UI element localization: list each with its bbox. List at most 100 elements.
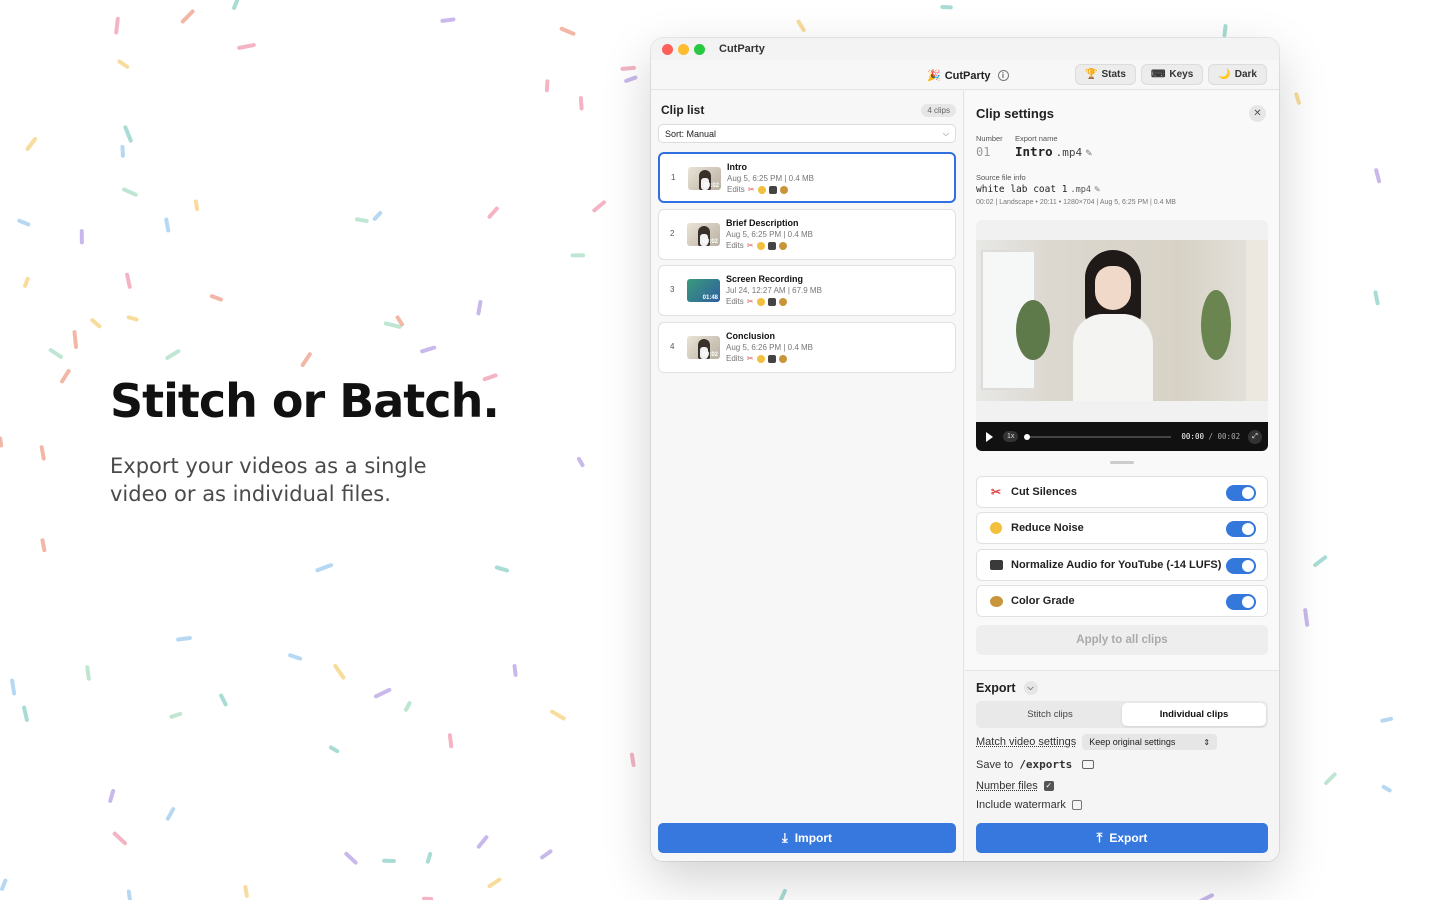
watermark-checkbox[interactable] — [1071, 800, 1082, 810]
export-name-field[interactable]: Intro .mp4 ✎ — [1015, 144, 1093, 159]
clip-item[interactable]: 1 00:02 Intro Aug 5, 6:25 PM | 0.4 MB Ed… — [658, 152, 956, 203]
match-settings-label: Match video settings — [976, 736, 1077, 748]
dark-mode-button[interactable]: 🌙 Dark — [1208, 64, 1267, 85]
clip-duration: 00:02 — [702, 239, 718, 245]
confetti-sprinkle — [164, 217, 171, 233]
save-path[interactable]: /exports — [1019, 758, 1072, 771]
palette-icon — [778, 241, 787, 250]
palette-icon — [778, 354, 787, 363]
playback-speed[interactable]: 1x — [1003, 431, 1019, 442]
edits-label: Edits — [727, 185, 745, 194]
import-button[interactable]: ⤓ Import — [658, 823, 956, 853]
confetti-sprinkle — [17, 218, 31, 227]
confetti-sprinkle — [476, 300, 483, 316]
clip-number: 3 — [670, 285, 675, 294]
confetti-sprinkle — [39, 445, 46, 461]
clip-item[interactable]: 4 00:02 Conclusion Aug 5, 6:26 PM | 0.4 … — [658, 322, 956, 373]
stitch-clips-tab[interactable]: Stitch clips — [978, 703, 1122, 726]
reduce-noise-toggle[interactable] — [1226, 521, 1256, 537]
pencil-icon[interactable]: ✎ — [1085, 148, 1093, 159]
toggle-label: Cut Silences — [1011, 486, 1078, 498]
confetti-sprinkle — [300, 352, 312, 367]
confetti-sprinkle — [165, 349, 181, 360]
clip-number-value: 01 — [976, 145, 991, 159]
pencil-icon[interactable]: ✎ — [1094, 185, 1101, 194]
minimize-window-button[interactable] — [678, 43, 689, 55]
time-readout: 00:00 / 00:02 — [1181, 432, 1240, 441]
app-name-label: CutParty — [944, 69, 991, 82]
confetti-sprinkle — [85, 665, 91, 681]
confetti-sprinkle — [383, 321, 402, 329]
stats-button[interactable]: 🏆 Stats — [1075, 64, 1136, 85]
close-window-button[interactable] — [662, 43, 673, 55]
app-toolbar: 🎉 CutParty i 🏆 Stats ⌨ Keys 🌙 Dark — [651, 60, 1279, 90]
play-icon[interactable] — [986, 431, 993, 442]
palette-icon — [989, 594, 1003, 608]
folder-icon[interactable] — [1082, 760, 1095, 769]
export-header[interactable]: Export ⌵ — [976, 681, 1038, 695]
match-settings-select[interactable]: Keep original settings ⇕ — [1082, 734, 1218, 750]
confetti-sprinkle — [219, 693, 228, 707]
video-player[interactable]: 1x 00:00 / 00:02 ⤢ — [976, 220, 1268, 451]
cut-silences-toggle[interactable] — [1226, 485, 1256, 501]
clip-name: Conclusion — [726, 331, 775, 341]
scrubber[interactable] — [1024, 433, 1172, 440]
normalize-audio-row[interactable]: Normalize Audio for YouTube (-14 LUFS) — [976, 549, 1268, 581]
export-button[interactable]: ⤒ Export — [976, 823, 1268, 853]
updown-chevron-icon: ⇕ — [1203, 737, 1211, 747]
dark-label: Dark — [1234, 69, 1257, 80]
clip-edits: Edits ✂ — [726, 297, 787, 306]
confetti-sprinkle — [180, 9, 195, 24]
export-title: Export — [976, 681, 1016, 695]
window-title: CutParty — [719, 43, 765, 55]
palette-icon — [779, 185, 788, 194]
confetti-sprinkle — [629, 752, 636, 767]
zoom-window-button[interactable] — [694, 43, 705, 55]
clip-list-panel: Clip list 4 clips Sort: Manual ⌵ 1 00:02… — [651, 91, 964, 861]
scissors-icon: ✂ — [747, 185, 755, 194]
confetti-sprinkle — [90, 318, 102, 329]
clip-thumbnail: 00:02 — [687, 223, 720, 246]
reduce-noise-row[interactable]: Reduce Noise — [976, 512, 1268, 544]
edits-label: Edits — [726, 241, 744, 250]
confetti-sprinkle — [559, 26, 576, 36]
match-settings-row: Match video settings Keep original setti… — [976, 734, 1218, 750]
confetti-sprinkle — [440, 17, 456, 23]
clip-item[interactable]: 3 01:48 Screen Recording Jul 24, 12:27 A… — [658, 265, 956, 316]
resize-handle[interactable] — [1110, 461, 1134, 464]
confetti-sprinkle — [512, 663, 518, 677]
close-icon[interactable]: ✕ — [1249, 105, 1266, 122]
party-popper-icon: 🎉 — [927, 70, 941, 82]
confetti-sprinkle — [796, 19, 806, 33]
confetti-sprinkle — [420, 345, 437, 354]
confetti-sprinkle — [778, 888, 787, 900]
confetti-sprinkle — [403, 701, 412, 712]
color-grade-row[interactable]: Color Grade — [976, 585, 1268, 617]
sort-dropdown[interactable]: Sort: Manual ⌵ — [658, 124, 956, 143]
confetti-sprinkle — [232, 0, 239, 10]
time-separator: / — [1208, 432, 1214, 441]
confetti-sprinkle — [114, 16, 120, 35]
color-grade-toggle[interactable] — [1226, 594, 1256, 610]
clip-item[interactable]: 2 00:02 Brief Description Aug 5, 6:25 PM… — [658, 209, 956, 260]
individual-clips-tab[interactable]: Individual clips — [1122, 703, 1266, 726]
confetti-sprinkle — [395, 315, 405, 327]
normalize-audio-toggle[interactable] — [1226, 558, 1256, 574]
tv-icon — [767, 241, 776, 250]
apply-to-all-button[interactable]: Apply to all clips — [976, 625, 1268, 655]
chevron-down-icon[interactable]: ⌵ — [1023, 681, 1038, 695]
fullscreen-icon[interactable]: ⤢ — [1248, 429, 1263, 444]
cut-silences-row[interactable]: ✂ Cut Silences — [976, 476, 1268, 508]
keys-button[interactable]: ⌨ Keys — [1140, 64, 1204, 85]
source-file-name[interactable]: white lab coat 1 .mp4 ✎ — [976, 184, 1101, 195]
number-files-checkbox[interactable]: ✓ — [1043, 781, 1054, 791]
info-icon[interactable]: i — [997, 70, 1009, 81]
clip-settings-title: Clip settings — [976, 106, 1055, 121]
clip-settings-panel: Clip settings ✕ Number Export name 01 In… — [965, 91, 1279, 861]
confetti-sprinkle — [126, 889, 132, 900]
scissors-icon: ✂ — [746, 354, 754, 363]
tv-icon — [767, 354, 776, 363]
clip-meta: Aug 5, 6:25 PM | 0.4 MB — [727, 174, 815, 183]
app-window: CutParty 🎉 CutParty i 🏆 Stats ⌨ Keys 🌙 Dark… — [651, 38, 1279, 861]
toggle-label: Reduce Noise — [1011, 522, 1084, 534]
